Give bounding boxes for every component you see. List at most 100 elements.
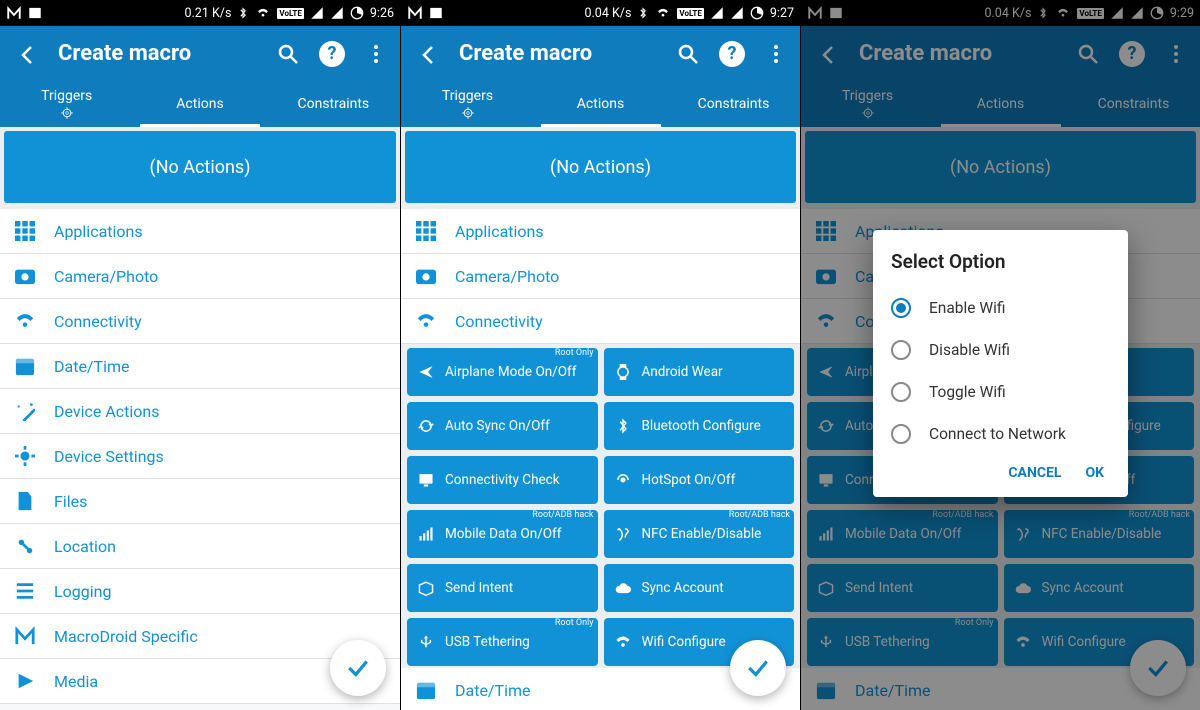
nfc-icon xyxy=(614,526,632,542)
target-icon xyxy=(461,106,475,120)
dialog-title: Select Option xyxy=(891,250,1110,273)
image-icon xyxy=(28,6,42,20)
action-mobile-data[interactable]: Root/ADB hackMobile Data On/Off xyxy=(407,510,598,558)
option-enable-wifi[interactable]: Enable Wifi xyxy=(891,287,1110,329)
cloud-icon xyxy=(614,580,632,596)
category-connectivity[interactable]: Connectivity xyxy=(0,299,400,344)
net-speed: 0.04 K/s xyxy=(584,6,631,21)
category-device-actions[interactable]: Device Actions xyxy=(0,389,400,434)
action-wear[interactable]: Android Wear xyxy=(604,348,795,396)
wifi-icon xyxy=(655,7,671,19)
search-icon[interactable] xyxy=(274,40,302,68)
action-send-intent[interactable]: Send Intent xyxy=(407,564,598,612)
sync-icon xyxy=(417,418,435,434)
volte-badge: VoLTE xyxy=(677,8,703,19)
tab-constraints[interactable]: Constraints xyxy=(667,81,800,127)
signal-1-icon xyxy=(710,6,724,20)
gear-icon xyxy=(14,446,36,466)
page-title: Create macro xyxy=(58,41,258,66)
calendar-icon xyxy=(415,680,437,700)
category-datetime[interactable]: Date/Time xyxy=(0,344,400,389)
back-icon[interactable] xyxy=(415,40,443,68)
bluetooth-icon xyxy=(237,6,249,20)
category-device-settings[interactable]: Device Settings xyxy=(0,434,400,479)
wifi-icon xyxy=(255,7,271,19)
category-camera[interactable]: Camera/Photo xyxy=(401,254,800,299)
back-icon[interactable] xyxy=(14,40,42,68)
signal-2-icon xyxy=(330,6,344,20)
overflow-icon[interactable] xyxy=(362,40,390,68)
list-icon xyxy=(14,581,36,601)
wifi-icon xyxy=(415,311,437,331)
bluetooth-icon xyxy=(637,6,649,20)
ok-button[interactable]: OK xyxy=(1085,465,1104,481)
screenshot-1: 0.21 K/s VoLTE 9:26 Create macro ? Trigg… xyxy=(0,0,400,710)
tab-triggers[interactable]: Triggers xyxy=(0,81,133,127)
radio-icon xyxy=(891,382,911,402)
category-logging[interactable]: Logging xyxy=(0,569,400,614)
net-speed: 0.21 K/s xyxy=(184,6,231,21)
bluetooth-icon xyxy=(614,418,632,434)
category-connectivity[interactable]: Connectivity xyxy=(401,299,800,344)
wifi-icon xyxy=(614,634,632,650)
screenshot-2: 0.04 K/s VoLTE 9:27 Create macro ? Trigg… xyxy=(400,0,800,710)
overflow-icon[interactable] xyxy=(762,40,790,68)
option-disable-wifi[interactable]: Disable Wifi xyxy=(891,329,1110,371)
usb-icon xyxy=(417,634,435,650)
tab-actions[interactable]: Actions xyxy=(534,81,667,127)
tab-constraints[interactable]: Constraints xyxy=(267,81,400,127)
app-m-icon xyxy=(14,626,36,646)
monitor-icon xyxy=(417,472,435,488)
action-hotspot[interactable]: HotSpot On/Off xyxy=(604,456,795,504)
media-icon xyxy=(14,671,36,691)
screenshot-3: 0.04 K/s VoLTE 9:29 Create macro ? Trigg… xyxy=(800,0,1200,710)
action-nfc[interactable]: Root/ADB hackNFC Enable/Disable xyxy=(604,510,795,558)
category-applications[interactable]: Applications xyxy=(0,209,400,254)
no-actions-banner[interactable]: (No Actions) xyxy=(405,131,796,203)
action-airplane[interactable]: Root OnlyAirplane Mode On/Off xyxy=(407,348,598,396)
camera-icon xyxy=(14,266,36,286)
category-location[interactable]: Location xyxy=(0,524,400,569)
category-list: Applications Camera/Photo Connectivity D… xyxy=(0,209,400,710)
clock-text: 9:26 xyxy=(370,6,394,21)
confirm-fab[interactable] xyxy=(730,640,786,696)
option-connect-network[interactable]: Connect to Network xyxy=(891,413,1110,455)
cell-icon xyxy=(417,526,435,542)
category-messaging[interactable]: Messaging xyxy=(0,704,400,710)
tab-actions[interactable]: Actions xyxy=(133,81,266,127)
check-icon xyxy=(746,656,770,680)
action-sync-account[interactable]: Sync Account xyxy=(604,564,795,612)
page-title: Create macro xyxy=(459,41,658,66)
cancel-button[interactable]: CANCEL xyxy=(1008,465,1061,481)
hotspot-icon xyxy=(614,472,632,488)
option-toggle-wifi[interactable]: Toggle Wifi xyxy=(891,371,1110,413)
box-icon xyxy=(417,580,435,596)
search-icon[interactable] xyxy=(674,40,702,68)
category-applications[interactable]: Applications xyxy=(401,209,800,254)
radio-icon xyxy=(891,298,911,318)
category-files[interactable]: Files xyxy=(0,479,400,524)
target-icon xyxy=(60,106,74,120)
volte-badge: VoLTE xyxy=(277,8,303,19)
help-icon[interactable]: ? xyxy=(718,40,746,68)
apps-icon xyxy=(415,221,437,241)
plane-icon xyxy=(417,364,435,380)
connectivity-actions: Root OnlyAirplane Mode On/Off Android We… xyxy=(401,344,800,668)
confirm-fab[interactable] xyxy=(330,640,386,696)
help-icon[interactable]: ? xyxy=(318,40,346,68)
signal-2-icon xyxy=(730,6,744,20)
tab-triggers[interactable]: Triggers xyxy=(401,81,534,127)
no-actions-banner[interactable]: (No Actions) xyxy=(4,131,396,203)
file-icon xyxy=(14,491,36,511)
action-bluetooth[interactable]: Bluetooth Configure xyxy=(604,402,795,450)
action-autosync[interactable]: Auto Sync On/Off xyxy=(407,402,598,450)
action-connectivity-check[interactable]: Connectivity Check xyxy=(407,456,598,504)
check-icon xyxy=(346,656,370,680)
action-usb-tethering[interactable]: Root OnlyUSB Tethering xyxy=(407,618,598,666)
category-camera[interactable]: Camera/Photo xyxy=(0,254,400,299)
wand-icon xyxy=(14,401,36,421)
location-icon xyxy=(14,536,36,556)
battery-icon xyxy=(750,6,764,20)
radio-icon xyxy=(891,340,911,360)
watch-icon xyxy=(614,364,632,380)
